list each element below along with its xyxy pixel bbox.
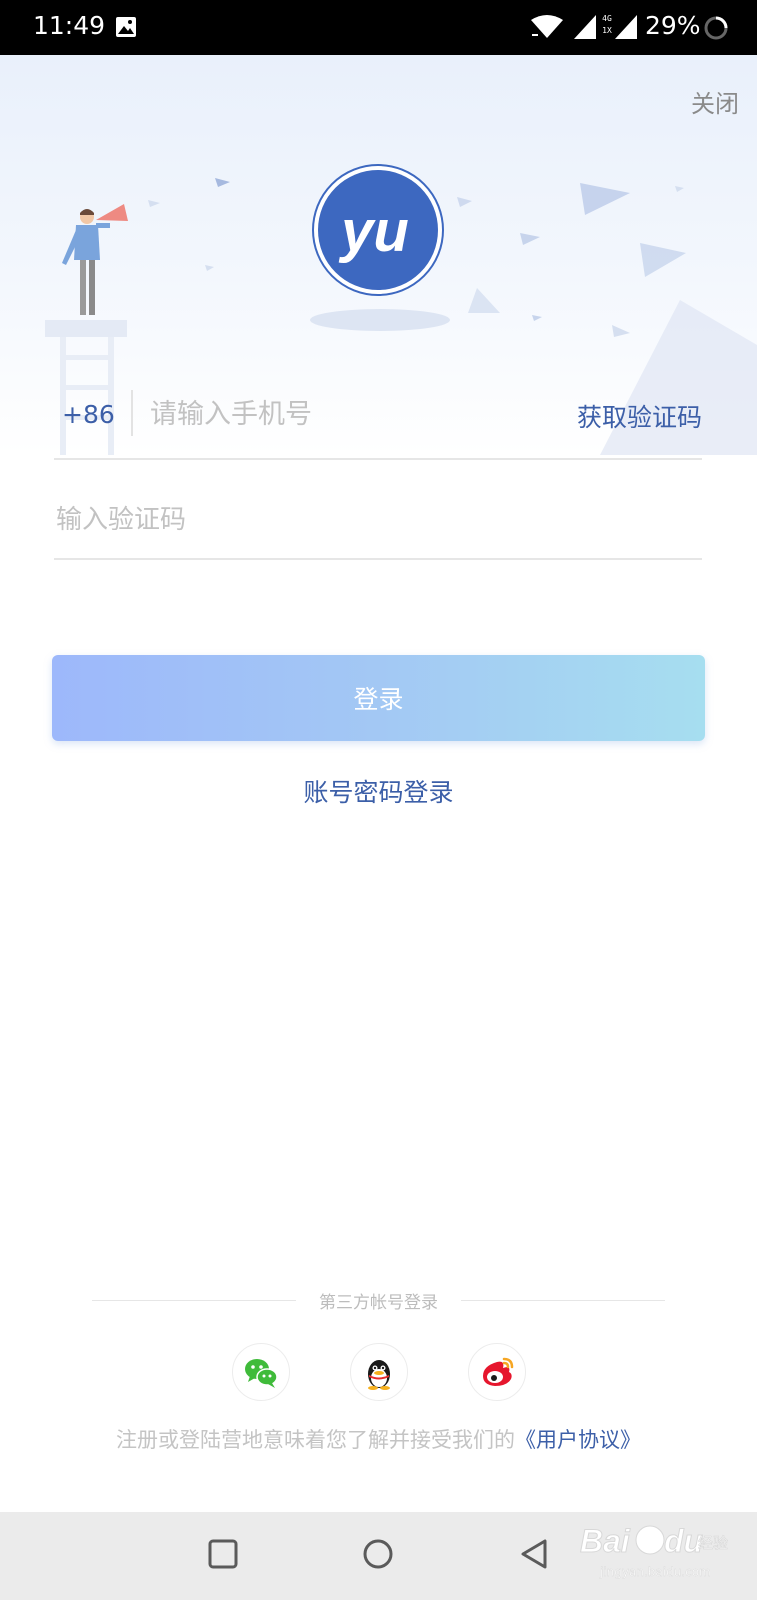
signal-icon-2 <box>614 14 638 44</box>
weibo-icon <box>483 1357 514 1386</box>
image-icon <box>115 16 137 42</box>
status-time: 11:49 <box>33 11 106 40</box>
qq-icon <box>368 1360 390 1390</box>
agreement-text: 注册或登陆营地意味着您了解并接受我们的《用户协议》 <box>0 1424 757 1454</box>
loading-icon <box>703 15 729 45</box>
wifi-icon <box>530 14 564 44</box>
weibo-login-button[interactable] <box>468 1343 526 1401</box>
svg-text:Bai: Bai <box>580 1523 631 1559</box>
code-row <box>54 490 702 560</box>
status-bar: 11:49 4G 1X 29% <box>0 0 757 55</box>
wechat-icon <box>245 1359 278 1388</box>
recent-apps-icon[interactable] <box>207 1538 239 1574</box>
login-button[interactable]: 登录 <box>52 655 705 741</box>
get-code-button[interactable]: 获取验证码 <box>577 398 702 434</box>
logo-text: yu <box>338 199 409 264</box>
divider-right <box>461 1300 665 1301</box>
divider <box>131 390 133 436</box>
user-agreement-link[interactable]: 《用户协议》 <box>515 1428 641 1452</box>
watermark-logo: Bai du 经验 jingyan.baidu.com <box>580 1518 730 1592</box>
network-type-bottom: 1X <box>602 26 612 35</box>
battery-percent: 29% <box>645 11 701 40</box>
phone-row: +86 获取验证码 <box>54 380 702 460</box>
agreement-prefix: 注册或登陆营地意味着您了解并接受我们的 <box>116 1428 515 1452</box>
network-type: 4G 1X <box>600 13 614 37</box>
wechat-login-button[interactable] <box>232 1343 290 1401</box>
home-icon[interactable] <box>362 1538 394 1574</box>
country-code[interactable]: +86 <box>62 400 115 429</box>
watermark-sub: jingyan.baidu.com <box>599 1565 711 1579</box>
network-type-top: 4G <box>602 14 612 23</box>
app-logo: yu <box>311 163 445 297</box>
back-icon[interactable] <box>519 1538 551 1574</box>
code-input[interactable] <box>54 498 558 542</box>
qq-login-button[interactable] <box>350 1343 408 1401</box>
signal-icon <box>573 14 597 44</box>
close-button[interactable]: 关闭 <box>691 84 739 119</box>
third-party-header: 第三方帐号登录 <box>92 1288 665 1313</box>
phone-input[interactable] <box>148 392 532 436</box>
password-login-row: 账号密码登录 <box>0 773 757 809</box>
svg-text:经验: 经验 <box>698 1534 728 1552</box>
password-login-link[interactable]: 账号密码登录 <box>303 778 453 807</box>
